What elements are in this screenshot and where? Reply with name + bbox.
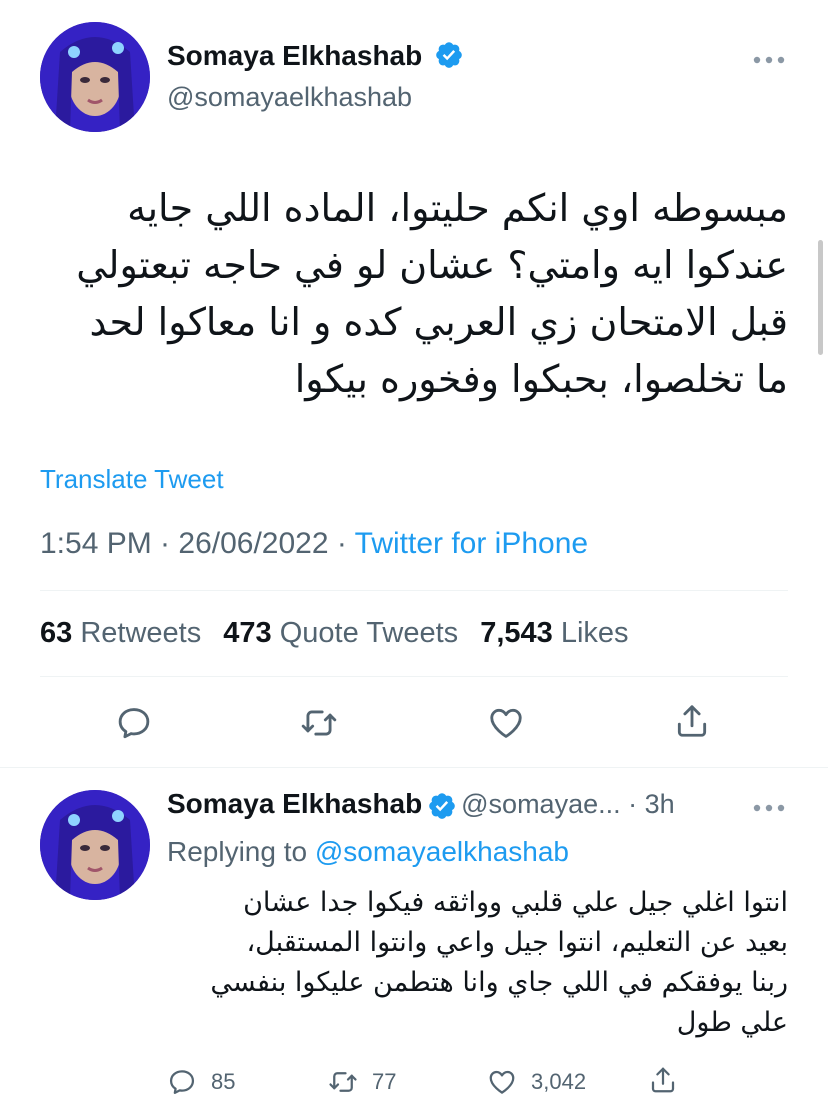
reply-author-name[interactable]: Somaya Elkhashab: [167, 788, 422, 819]
translate-tweet-link[interactable]: Translate Tweet: [40, 464, 224, 495]
reply-text-line: انتوا اغلي جيل علي قلبي وواثقه فيكوا جدا…: [243, 887, 788, 918]
quotes-count: 473: [223, 617, 272, 649]
avatar-image: [40, 22, 150, 132]
author-avatar[interactable]: [40, 22, 150, 132]
more-icon[interactable]: [752, 40, 786, 72]
likes-count: 7,543: [480, 617, 553, 649]
retweets-label: Retweets: [80, 617, 202, 649]
reply-handle-time[interactable]: @somayae... · 3h: [461, 789, 675, 819]
like-icon: [489, 1070, 515, 1094]
tweet-meta: 1:54 PM · 26/06/2022 · Twitter for iPhon…: [40, 527, 588, 561]
retweet-count: 77: [372, 1069, 397, 1094]
reply-count: 85: [211, 1069, 236, 1094]
avatar-image: [40, 790, 150, 900]
verified-badge-icon: [436, 41, 462, 68]
reply-text: انتوا اغلي جيل علي قلبي وواثقه فيكوا جدا…: [167, 883, 788, 1043]
reply-button[interactable]: [115, 704, 153, 742]
author-name-text[interactable]: Somaya Elkhashab: [167, 40, 422, 71]
author-name[interactable]: Somaya Elkhashab: [167, 40, 464, 72]
likes-stat[interactable]: 7,543 Likes: [480, 617, 628, 649]
reply-share-button[interactable]: [648, 1065, 678, 1095]
tweet-source-link[interactable]: Twitter for iPhone: [355, 527, 588, 560]
share-button[interactable]: [673, 702, 711, 740]
retweets-count: 63: [40, 617, 73, 649]
share-icon: [677, 705, 707, 737]
tweet-stats: 63 Retweets 473 Quote Tweets 7,543 Likes: [40, 617, 629, 650]
tweet-text-line: ما تخلصوا، بحبكوا وفخوره بيكوا: [294, 357, 788, 401]
reply-icon: [118, 708, 150, 739]
quotes-stat[interactable]: 473 Quote Tweets: [223, 617, 458, 649]
replying-to: Replying to @somayaelkhashab: [167, 836, 569, 868]
tweet-text: مبسوطه اوي انكم حليتوا، الماده اللي جايه…: [40, 180, 788, 408]
divider: [40, 590, 788, 591]
replying-to-mention[interactable]: @somayaelkhashab: [315, 836, 569, 867]
reply-icon: [169, 1070, 195, 1094]
like-button[interactable]: [487, 704, 525, 742]
retweet-button[interactable]: [300, 704, 338, 742]
verified-badge-icon: [428, 792, 455, 819]
likes-label: Likes: [560, 617, 629, 649]
author-handle[interactable]: @somayaelkhashab: [167, 82, 412, 113]
reply-text-line: بعيد عن التعليم، انتوا جيل واعي وانتوا ا…: [246, 927, 788, 958]
scrollbar-thumb[interactable]: [818, 240, 823, 355]
reply-text-line: ربنا يوفقكم في اللي جاي وانا هتطمن عليكو…: [210, 967, 788, 998]
replying-prefix: Replying to: [167, 836, 315, 867]
like-count: 3,042: [531, 1069, 587, 1094]
share-icon: [651, 1067, 675, 1093]
tweet-text-line: مبسوطه اوي انكم حليتوا، الماده اللي جايه: [127, 186, 788, 230]
tweet-text-line: عندكوا ايه وامتي؟ عشان لو في حاجه تبعتول…: [76, 243, 788, 287]
reply-header: Somaya Elkhashab @somayae... · 3h: [167, 788, 675, 821]
reply-author-avatar[interactable]: [40, 790, 150, 900]
retweet-icon: [329, 1072, 357, 1092]
tweet-text-line: قبل الامتحان زي العربي كده و انا معاكوا …: [89, 300, 789, 344]
like-icon: [490, 708, 522, 738]
quotes-label: Quote Tweets: [279, 617, 459, 649]
reply-retweet-button[interactable]: 77: [328, 1067, 396, 1097]
reply-reply-button[interactable]: 85: [167, 1067, 235, 1097]
section-divider: [0, 767, 828, 768]
reply-text-line: علي طول: [676, 1007, 788, 1038]
divider: [40, 676, 788, 677]
tweet-timestamp[interactable]: 1:54 PM · 26/06/2022 ·: [40, 527, 355, 560]
retweet-icon: [301, 710, 337, 736]
retweets-stat[interactable]: 63 Retweets: [40, 617, 201, 649]
reply-like-button[interactable]: 3,042: [487, 1067, 586, 1097]
more-icon[interactable]: [752, 800, 786, 818]
